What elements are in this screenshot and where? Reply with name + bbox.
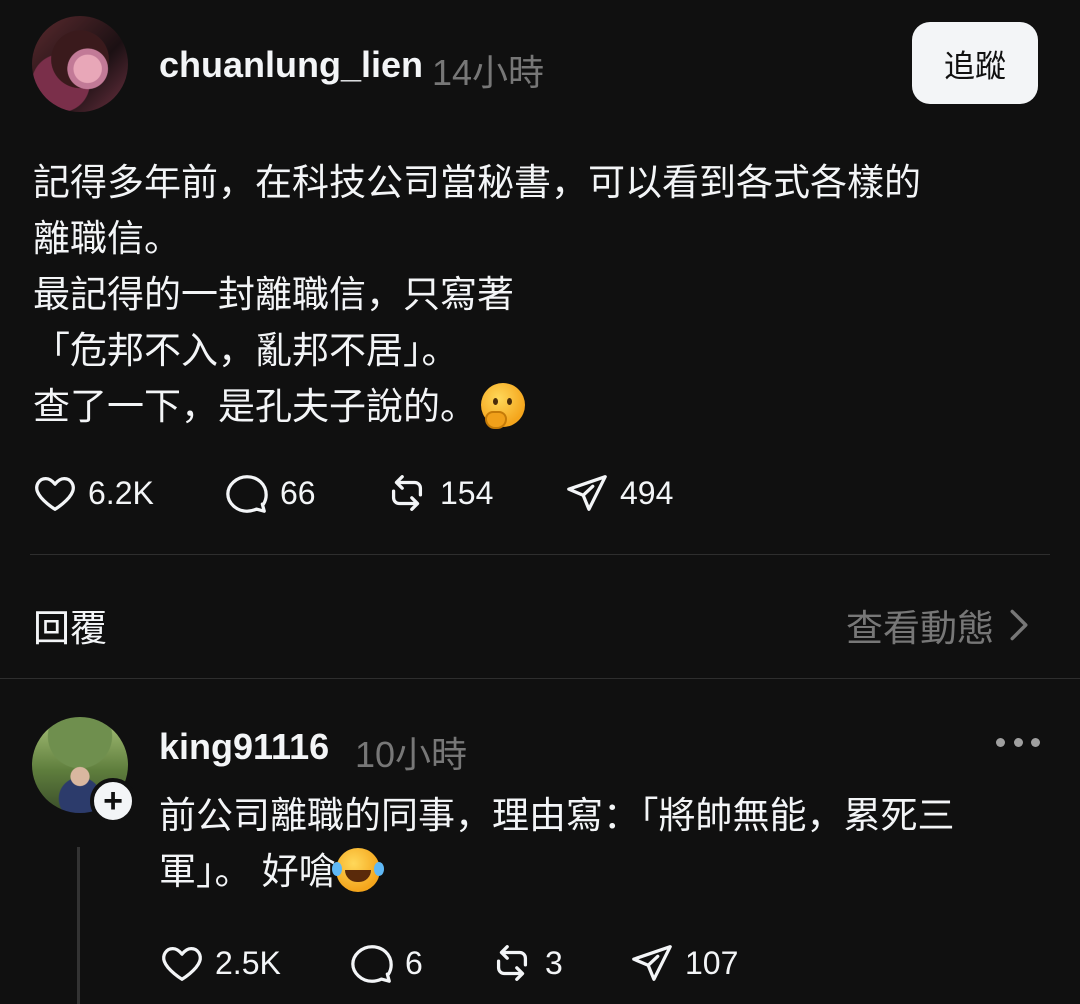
view-activity-label: 查看動態: [846, 608, 994, 649]
reply-share-count: 107: [685, 944, 739, 981]
reply-like-button[interactable]: 2.5K: [159, 940, 349, 986]
reply-comment-count: 6: [405, 944, 423, 981]
laughing-tears-emoji: [331, 848, 380, 892]
reply-action-bar: 2.5K 6 3 107: [159, 940, 738, 986]
share-count: 494: [620, 474, 674, 511]
chevron-right-icon: [1010, 609, 1028, 641]
reply-timestamp: 10小時: [355, 734, 468, 775]
share-button[interactable]: 494: [564, 470, 673, 516]
reply-author-username[interactable]: king91116: [159, 726, 329, 768]
post-author-avatar[interactable]: [32, 16, 128, 112]
comment-icon: [351, 945, 393, 983]
send-icon: [567, 475, 607, 511]
post-text-line: 最記得的一封離職信，只寫著: [33, 274, 514, 315]
reply-text-line: 前公司離職的同事，理由寫：「將帥無能，累死三: [159, 795, 955, 836]
repost-icon: [496, 945, 528, 981]
reply-comment-button[interactable]: 6: [349, 940, 489, 986]
reply-repost-button[interactable]: 3: [489, 940, 629, 986]
threads-post-page: chuanlung_lien 14小時 追蹤 記得多年前，在科技公司當秘書，可以…: [0, 0, 1080, 1004]
view-activity-link[interactable]: 查看動態: [846, 598, 1032, 652]
reply-repost-count: 3: [545, 944, 563, 981]
repost-count: 154: [440, 474, 494, 511]
like-count: 6.2K: [88, 474, 154, 511]
send-icon: [632, 945, 672, 981]
thread-line: [77, 847, 80, 1004]
repost-icon: [391, 475, 423, 511]
thinking-face-emoji: [481, 383, 525, 429]
comment-count: 66: [280, 474, 316, 511]
heart-icon: [35, 476, 75, 511]
reply-share-button[interactable]: 107: [629, 940, 738, 986]
repost-button[interactable]: 154: [384, 470, 564, 516]
post-action-bar: 6.2K 66 154 494: [32, 470, 673, 516]
post-author-username[interactable]: chuanlung_lien: [159, 44, 423, 86]
comment-button[interactable]: 66: [224, 470, 384, 516]
post-text-line: 記得多年前，在科技公司當秘書，可以看到各式各樣的: [33, 162, 921, 203]
heart-icon: [162, 946, 202, 981]
post-body: 記得多年前，在科技公司當秘書，可以看到各式各樣的 離職信。 最記得的一封離職信，…: [33, 155, 1033, 435]
like-button[interactable]: 6.2K: [32, 470, 224, 516]
post-timestamp: 14小時: [432, 52, 545, 93]
divider: [30, 554, 1050, 555]
reply-like-count: 2.5K: [215, 944, 281, 981]
replies-heading: 回覆: [33, 608, 107, 649]
post-text-line: 離職信。: [33, 218, 181, 259]
follow-plus-badge[interactable]: +: [90, 778, 136, 824]
post-text-line: 「危邦不入，亂邦不居」。: [33, 330, 459, 371]
post-text-line: 查了一下，是孔夫子說的。: [33, 386, 477, 427]
follow-button[interactable]: 追蹤: [912, 22, 1038, 104]
more-dot: [1013, 737, 1023, 747]
more-dot: [996, 737, 1005, 747]
more-options-button[interactable]: [996, 730, 1040, 754]
comment-icon: [226, 475, 268, 513]
divider: [0, 678, 1080, 679]
reply-body: 前公司離職的同事，理由寫：「將帥無能，累死三 軍」。 好嗆: [159, 788, 1039, 900]
more-dot: [1031, 737, 1040, 747]
reply-text-line: 軍」。 好嗆: [159, 851, 336, 892]
